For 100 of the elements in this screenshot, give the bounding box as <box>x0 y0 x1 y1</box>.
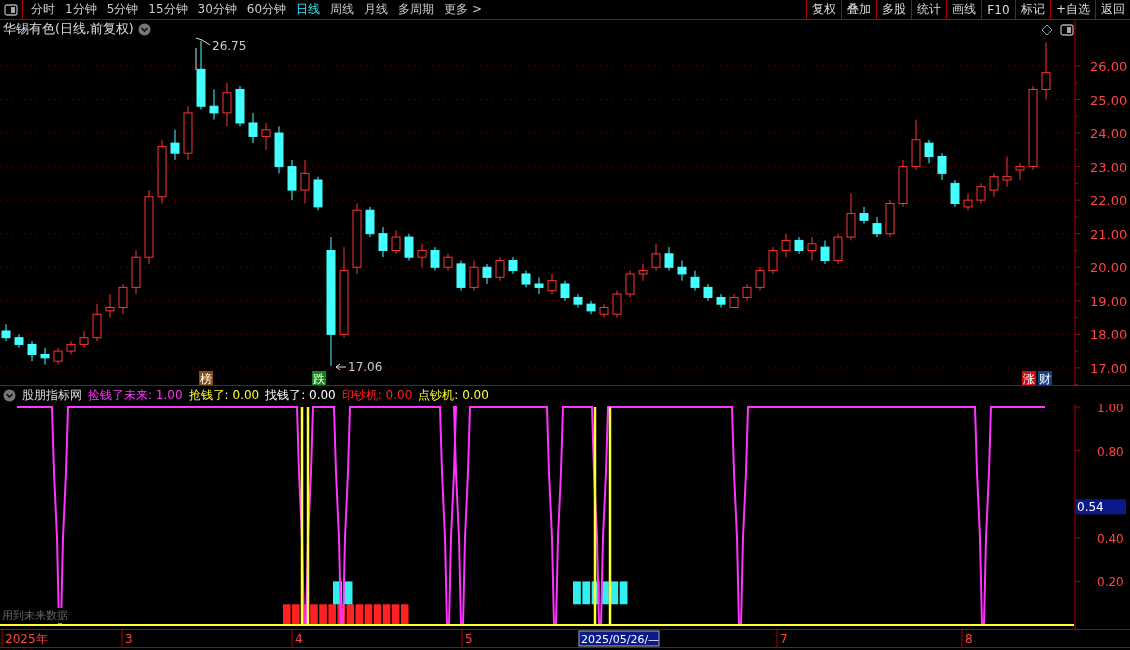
candle <box>768 246 778 275</box>
period-tab[interactable]: 日线 <box>292 0 325 19</box>
toolbar-button[interactable]: 标记 <box>1014 0 1050 19</box>
date-label: 3 <box>125 632 133 646</box>
period-tab[interactable]: 月线 <box>360 0 393 19</box>
axis-label: 19.00 <box>1090 293 1128 309</box>
toolbar-button[interactable]: F10 <box>980 0 1015 19</box>
candle <box>950 179 960 208</box>
candle <box>703 283 713 302</box>
panel-toggle-icon[interactable] <box>1061 25 1073 35</box>
candle <box>898 159 908 208</box>
current-value-label: 0.54 <box>1076 499 1126 515</box>
candle <box>131 249 141 295</box>
axis-label: 22.00 <box>1090 193 1128 209</box>
candle <box>612 290 622 319</box>
candle <box>651 243 661 272</box>
chevron-down-icon[interactable] <box>137 23 151 36</box>
candle <box>14 333 24 349</box>
date-label: 5 <box>465 632 473 646</box>
axis-label: 26.00 <box>1090 58 1128 74</box>
date-label: 8 <box>965 632 973 646</box>
toolbar-button[interactable]: 复权 <box>805 0 841 19</box>
axis-label: 21.00 <box>1090 226 1128 242</box>
candle <box>742 283 752 302</box>
toolbar-button[interactable]: 画线 <box>945 0 981 19</box>
candle <box>92 303 102 342</box>
candle <box>365 206 375 238</box>
candle <box>118 283 128 315</box>
candle <box>833 233 843 265</box>
toolbar-button[interactable]: 叠加 <box>840 0 876 19</box>
low-price-label: 17.06 <box>335 360 383 374</box>
candle <box>300 159 310 204</box>
candle <box>443 253 453 272</box>
indicator-value: 捡钱了未来: 1.00 <box>88 386 183 404</box>
period-tab[interactable]: 分时 <box>27 0 59 19</box>
candle <box>820 239 830 265</box>
event-marker[interactable]: 榜 <box>199 371 213 385</box>
indicator-value: 点钞机: 0.00 <box>418 386 489 404</box>
candle <box>196 40 206 111</box>
candle <box>1041 42 1051 100</box>
candle <box>794 236 804 255</box>
candle <box>573 293 583 308</box>
candle <box>781 233 791 258</box>
candle <box>287 159 297 201</box>
axis-label: 0.20 <box>1097 575 1124 590</box>
candle <box>508 256 518 275</box>
axis-label: 0.80 <box>1097 444 1124 459</box>
candle <box>859 206 869 225</box>
candle <box>937 152 947 181</box>
candle <box>521 270 531 288</box>
candle <box>625 270 635 298</box>
candle <box>170 129 180 161</box>
diamond-icon[interactable] <box>1041 24 1053 36</box>
candle <box>1015 162 1025 181</box>
period-tab[interactable]: 1分钟 <box>61 0 101 19</box>
candle <box>924 139 934 164</box>
candle <box>222 82 232 127</box>
indicator-value: 抢钱了: 0.00 <box>188 386 260 404</box>
candle <box>911 119 921 171</box>
period-tab[interactable]: 30分钟 <box>193 0 241 19</box>
candle <box>638 263 648 282</box>
event-marker[interactable]: 涨 <box>1022 371 1036 385</box>
candle <box>456 260 466 292</box>
candle <box>40 347 50 366</box>
period-tab[interactable]: 15分钟 <box>144 0 192 19</box>
candle <box>534 276 544 295</box>
date-label: 7 <box>780 632 788 646</box>
candle <box>807 236 817 262</box>
candle <box>248 112 258 144</box>
more-tab[interactable]: 更多 > <box>440 0 486 19</box>
period-tab[interactable]: 5分钟 <box>102 0 143 19</box>
event-marker[interactable]: 跌 <box>312 371 326 385</box>
period-tab[interactable]: 周线 <box>326 0 359 19</box>
event-marker[interactable]: 财 <box>1038 371 1052 385</box>
toolbar-button[interactable]: 统计 <box>910 0 946 19</box>
stock-title: 华锡有色(日线,前复权) <box>3 21 134 38</box>
indicator-value: 找钱了: 0.00 <box>265 386 336 404</box>
candle <box>1002 156 1012 188</box>
candle <box>157 139 167 204</box>
candle <box>547 273 557 295</box>
toolbar-button[interactable]: 返回 <box>1095 0 1130 19</box>
candle <box>664 246 674 272</box>
candle <box>729 293 739 308</box>
chevron-down-icon[interactable] <box>3 388 16 402</box>
candle <box>378 226 388 258</box>
period-tab[interactable]: 60分钟 <box>242 0 291 19</box>
panel-toggle-icon[interactable] <box>4 3 18 16</box>
candle <box>872 216 882 238</box>
candle <box>586 300 596 315</box>
high-price-label: 26.75 <box>195 37 247 71</box>
toolbar-button[interactable]: +自选 <box>1049 0 1095 19</box>
candle <box>690 270 700 292</box>
candle <box>716 293 726 308</box>
period-tab[interactable]: 多周期 <box>394 0 439 19</box>
candle <box>846 192 856 241</box>
axis-label: 0.40 <box>1097 531 1124 546</box>
candle <box>66 340 76 355</box>
candle <box>1 323 11 342</box>
candle <box>53 347 63 366</box>
toolbar-button[interactable]: 多股 <box>875 0 911 19</box>
